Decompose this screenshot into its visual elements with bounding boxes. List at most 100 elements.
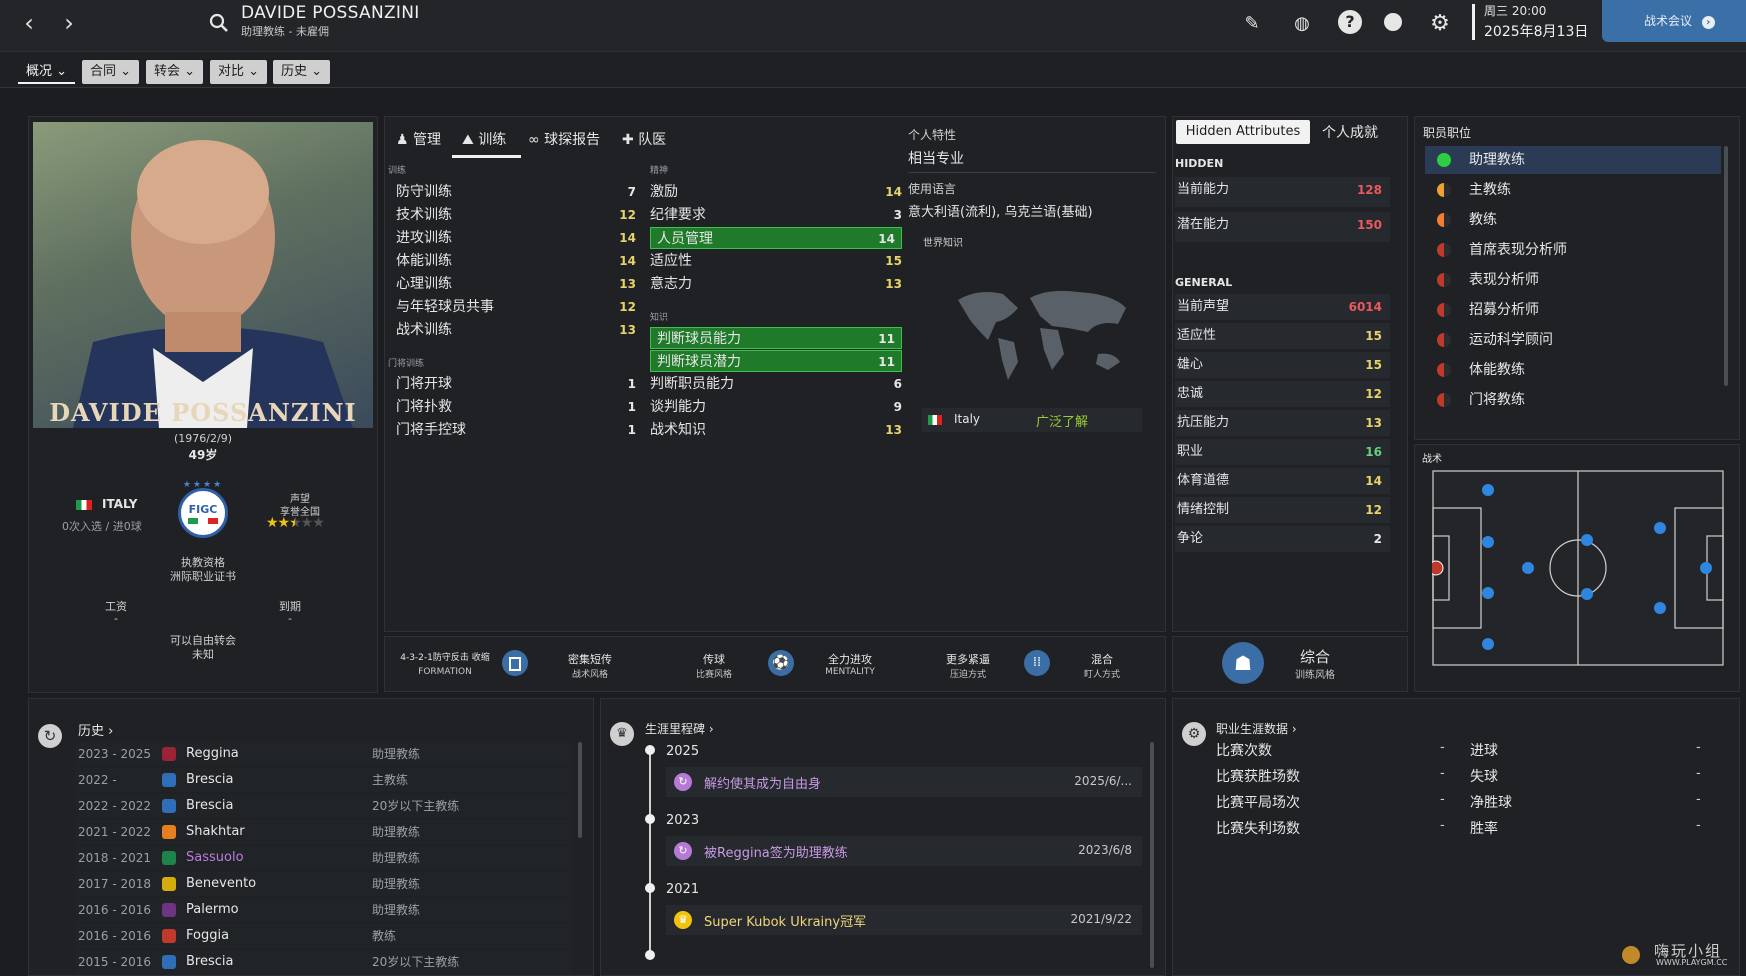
attribute-value: 12 [619,300,636,314]
attribute-label: 门将开球 [396,376,452,392]
position-label: 主教练 [1469,182,1511,198]
position-suitability-icon [1437,333,1451,347]
position-item[interactable]: 教练 [1425,206,1721,234]
position-item[interactable]: 体能教练 [1425,356,1721,384]
career-stat-label: 比赛平局场次 [1216,795,1300,811]
position-item[interactable]: 表现分析师 [1425,266,1721,294]
positions-title: 职员职位 [1423,126,1472,140]
milestone-row[interactable]: ↻ 被Reggina签为助理教练 2023/6/8 [666,836,1142,866]
history-row[interactable]: 2015 - 2016 Brescia 20岁以下主教练 [76,950,572,974]
history-club[interactable]: Brescia [186,950,233,974]
career-stat-value: - [1696,792,1701,807]
knowledge-section-label: 知识 [650,313,669,323]
tab-management[interactable]: ♟ 管理 [396,129,441,149]
help-icon[interactable]: ? [1338,10,1362,34]
history-row[interactable]: 2016 - 2016 Palermo 助理教练 [76,898,572,922]
milestone-row[interactable]: ↻ 解约使其成为自由身 2025/6/... [666,767,1142,797]
search-icon[interactable] [208,12,230,34]
history-club[interactable]: Brescia [186,794,233,818]
badge-stars-icon: ★★★★ [182,480,224,490]
attribute-row: 防守训练 7 [396,181,636,203]
history-club[interactable]: Reggina [186,742,239,766]
history-scrollbar[interactable] [578,742,582,838]
tab-contract[interactable]: 合同 ⌄ [82,60,140,84]
attribute-row: 激励 14 [650,181,902,203]
history-years: 2016 - 2016 [78,903,152,917]
tab-medical[interactable]: ✚ 队医 [622,129,666,149]
lang-label: 使用语言 [908,182,957,196]
history-club[interactable]: Palermo [186,898,239,922]
forward-icon[interactable]: › [56,10,82,36]
globe-icon[interactable]: ◍ [1290,12,1314,36]
tab-history[interactable]: 历史 ⌄ [273,60,331,84]
attribute-label: 战术训练 [396,322,452,338]
position-item[interactable]: 招募分析师 [1425,296,1721,324]
history-row[interactable]: 2018 - 2021 Sassuolo 助理教练 [76,846,572,870]
hidden-attribute-row: 抗压能力 13 [1175,410,1390,436]
hidden-attribute-label: 适应性 [1177,328,1217,343]
nation[interactable]: ITALY [102,497,137,511]
tab-scouting[interactable]: ∞ 球探报告 [528,129,600,149]
career-stat-label: 失球 [1470,769,1498,785]
hidden-attribute-value: 14 [1365,474,1382,488]
dob: (1976/2/9) [174,432,232,445]
attribute-value: 13 [885,423,902,437]
position-item[interactable]: 运动科学顾问 [1425,326,1721,354]
position-suitability-icon [1437,243,1451,257]
career-stat-value: - [1440,818,1445,833]
gk-section-label: 门将训练 [388,359,425,369]
contract-icon: ↻ [674,842,692,860]
tab-overview[interactable]: 概况 ⌄ [18,60,76,84]
milestone-text[interactable]: 解约使其成为自由身 [704,773,821,792]
pencil-icon[interactable]: ✎ [1240,12,1264,36]
profile-photo: DAVIDE POSSANZINI [33,122,373,428]
history-club[interactable]: Sassuolo [186,846,244,870]
back-icon[interactable]: ‹ [16,10,42,36]
position-label: 门将教练 [1469,392,1525,408]
history-club[interactable]: Foggia [186,924,229,948]
attribute-label: 技术训练 [396,207,452,223]
history-row[interactable]: 2017 - 2018 Benevento 助理教练 [76,872,572,896]
history-role: 助理教练 [372,903,421,917]
milestones-scrollbar[interactable] [1150,742,1154,968]
history-row[interactable]: 2021 - 2022 Shakhtar 助理教练 [76,820,572,844]
position-item[interactable]: 首席表现分析师 [1425,236,1721,264]
milestone-text[interactable]: 被Reggina签为助理教练 [704,842,848,861]
history-title-link[interactable]: 历史 › [78,720,113,739]
hidden-attribute-label: 雄心 [1177,357,1204,372]
traits-divider [908,172,1156,173]
tab-training[interactable]: ⛰ 训练 [462,129,506,149]
history-row[interactable]: 2022 - Brescia 主教练 [76,768,572,792]
gear-icon[interactable]: ⚙ [1428,12,1452,36]
career-stats-title-link[interactable]: 职业生涯数据 › [1216,720,1297,737]
history-row[interactable]: 2023 - 2025 Reggina 助理教练 [76,742,572,766]
position-item[interactable]: 门将教练 [1425,386,1721,414]
attribute-row: 门将手控球 1 [396,419,636,441]
tab-hidden-attributes[interactable]: Hidden Attributes [1176,120,1310,144]
current-ability-row: 当前能力 128 [1175,177,1390,207]
history-club[interactable]: Benevento [186,872,256,896]
press-label: 压迫方式 [949,670,986,680]
tab-achievements[interactable]: 个人成就 [1322,122,1378,142]
tab-compare[interactable]: 对比 ⌄ [210,60,268,84]
history-row[interactable]: 2022 - 2022 Brescia 20岁以下主教练 [76,794,572,818]
history-club[interactable]: Brescia [186,768,233,792]
circle-icon[interactable] [1384,13,1402,31]
date-day: 周三 20:00 [1484,4,1547,18]
history-row[interactable]: 2016 - 2016 Foggia 教练 [76,924,572,948]
hidden-attribute-row: 争论 2 [1175,526,1390,552]
tab-transfer[interactable]: 转会 ⌄ [146,60,204,84]
milestones-title-link[interactable]: 生涯里程碑 › [645,720,714,737]
positions-scrollbar[interactable] [1724,146,1728,386]
page-title: DAVIDE POSSANZINI [241,3,420,23]
milestone-row[interactable]: ♛ Super Kubok Ukrainy冠军 2021/9/22 [666,905,1142,935]
formation-icon [502,650,528,676]
tactics-meeting-button[interactable]: 战术会议 › [1602,0,1746,42]
binoculars-icon: ∞ [528,132,540,148]
history-club[interactable]: Shakhtar [186,820,245,844]
attribute-row: 战术训练 13 [396,319,636,341]
position-item[interactable]: 主教练 [1425,176,1721,204]
position-item[interactable]: 助理教练 [1425,146,1721,174]
milestone-text[interactable]: Super Kubok Ukrainy冠军 [704,911,866,930]
attribute-label: 防守训练 [396,184,452,200]
